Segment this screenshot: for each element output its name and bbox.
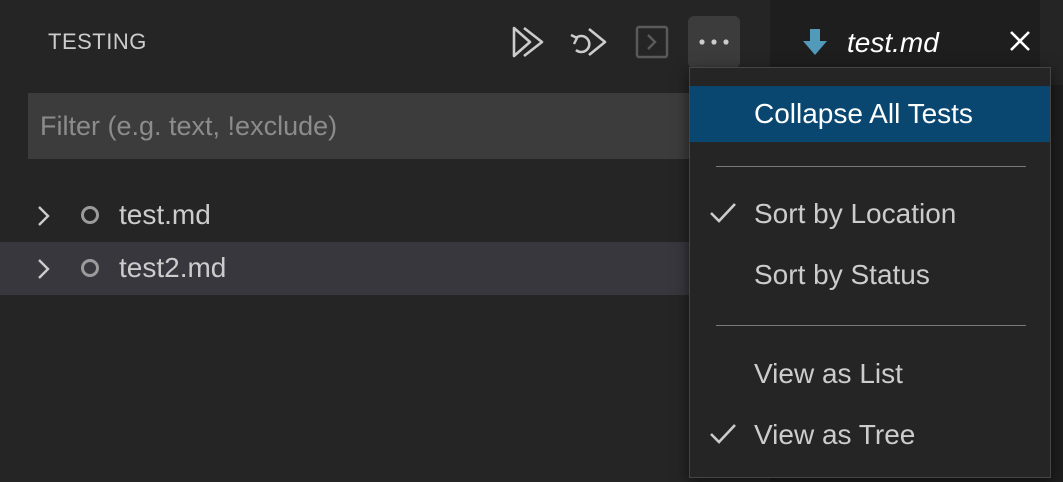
test-tree: test.md test2.md — [0, 189, 770, 295]
menu-item-label: Sort by Location — [754, 198, 957, 229]
more-actions-icon — [697, 38, 731, 46]
run-all-icon — [510, 25, 546, 59]
circle-outline-icon — [81, 259, 99, 277]
circle-outline-icon — [81, 206, 99, 224]
debug-all-tests-button[interactable] — [562, 16, 614, 68]
filter-box — [28, 93, 770, 159]
menu-item-collapse-all-tests[interactable]: Collapse All Tests — [690, 86, 1050, 142]
menu-item-view-as-list[interactable]: View as List — [690, 346, 1050, 402]
menu-separator — [716, 166, 1026, 167]
tree-item-test2-md[interactable]: test2.md — [0, 242, 770, 295]
menu-item-view-as-tree[interactable]: View as Tree — [690, 407, 1050, 463]
tree-item-test-md[interactable]: test.md — [0, 189, 770, 242]
panel-title: TESTING — [48, 29, 147, 54]
tree-item-label: test.md — [119, 199, 211, 230]
tab-label: test.md — [847, 27, 939, 58]
more-actions-menu: Collapse All Tests Sort by Location Sort… — [689, 67, 1051, 478]
markdown-down-arrow-icon — [802, 27, 828, 62]
menu-item-label: Collapse All Tests — [754, 98, 973, 129]
check-icon — [708, 421, 738, 452]
more-actions-button[interactable] — [688, 16, 740, 68]
tree-item-label: test2.md — [119, 252, 227, 283]
menu-item-label: View as Tree — [754, 419, 916, 450]
chevron-right-icon[interactable] — [34, 257, 54, 286]
menu-item-sort-by-location[interactable]: Sort by Location — [690, 186, 1050, 242]
run-all-tests-button[interactable] — [502, 16, 554, 68]
menu-item-label: View as List — [754, 358, 903, 389]
menu-item-label: Sort by Status — [754, 259, 930, 290]
menu-item-sort-by-status[interactable]: Sort by Status — [690, 247, 1050, 303]
check-icon — [708, 200, 738, 231]
close-icon[interactable] — [1007, 27, 1033, 60]
filter-input[interactable] — [28, 93, 770, 159]
show-output-button[interactable] — [626, 16, 678, 68]
menu-separator — [716, 325, 1026, 326]
show-output-icon — [634, 24, 670, 60]
chevron-right-icon[interactable] — [34, 204, 54, 233]
debug-all-icon — [568, 24, 608, 60]
testing-panel: TESTING Filter (e.g. text, !exclude) tes… — [0, 0, 770, 482]
